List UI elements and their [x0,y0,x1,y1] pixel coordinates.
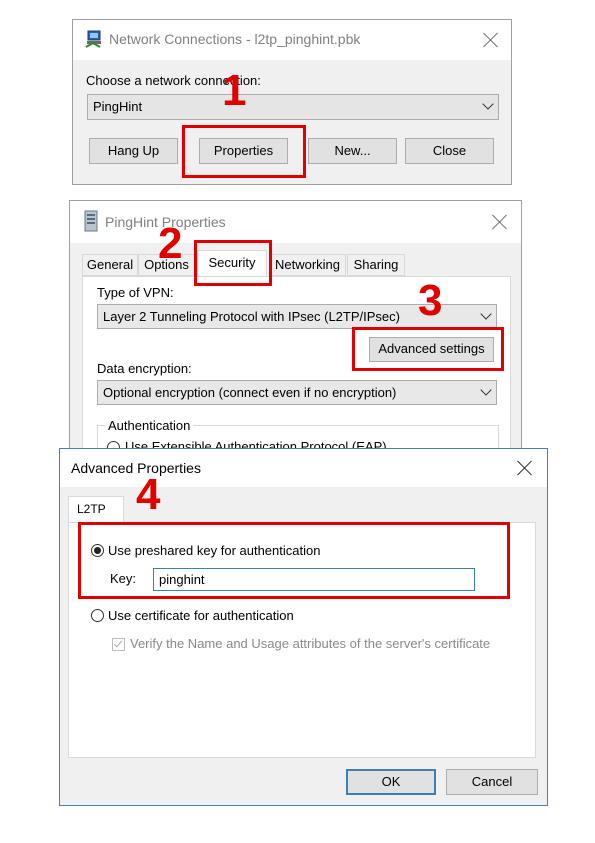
step1-highlight [182,125,306,178]
close-icon[interactable] [492,214,508,230]
ok-button[interactable]: OK [346,769,436,795]
step1-number: 1 [222,66,247,115]
chevron-down-icon [480,308,492,320]
authentication-group-label: Authentication [105,418,194,433]
step4-number: 4 [136,470,161,519]
chevron-down-icon [482,98,494,110]
pinghint-properties-titlebar: PingHint Properties [70,201,521,243]
computer-tower-icon [84,210,98,232]
close-button[interactable]: Close [405,138,494,164]
tab-sharing[interactable]: Sharing [347,254,405,276]
network-connections-icon [85,30,101,48]
data-encryption-select[interactable]: Optional encryption (connect even if no … [97,380,497,405]
network-connections-title: Network Connections - l2tp_pinghint.pbk [109,31,361,47]
step3-highlight [352,327,504,371]
tab-networking[interactable]: Networking [269,254,346,276]
network-connections-titlebar: Network Connections - l2tp_pinghint.pbk [73,20,511,60]
tab-general[interactable]: General [82,254,138,276]
advanced-properties-window: Advanced Properties L2TP Use preshared k… [59,448,548,806]
close-icon[interactable] [483,32,499,48]
vpn-type-value: Layer 2 Tunneling Protocol with IPsec (L… [103,309,400,324]
tab-l2tp[interactable]: L2TP [68,496,124,523]
step4-highlight [78,522,510,599]
hang-up-button[interactable]: Hang Up [89,138,178,164]
close-icon[interactable] [517,460,533,476]
data-encryption-label: Data encryption: [97,361,192,376]
step2-number: 2 [158,219,183,268]
connection-select[interactable]: PingHint [87,94,499,120]
step2-highlight [194,240,272,286]
certificate-radio[interactable] [91,609,104,622]
verify-certificate-checkbox[interactable] [112,638,125,651]
chevron-down-icon [480,384,492,396]
data-encryption-value: Optional encryption (connect even if no … [103,385,397,400]
cancel-button[interactable]: Cancel [446,769,538,795]
verify-certificate-label: Verify the Name and Usage attributes of … [130,636,491,651]
certificate-option-label: Use certificate for authentication [108,608,294,623]
advanced-properties-titlebar: Advanced Properties [60,449,547,487]
step3-number: 3 [418,276,443,325]
connection-select-value: PingHint [93,99,143,114]
new-button[interactable]: New... [308,138,397,164]
vpn-type-label: Type of VPN: [97,285,174,300]
